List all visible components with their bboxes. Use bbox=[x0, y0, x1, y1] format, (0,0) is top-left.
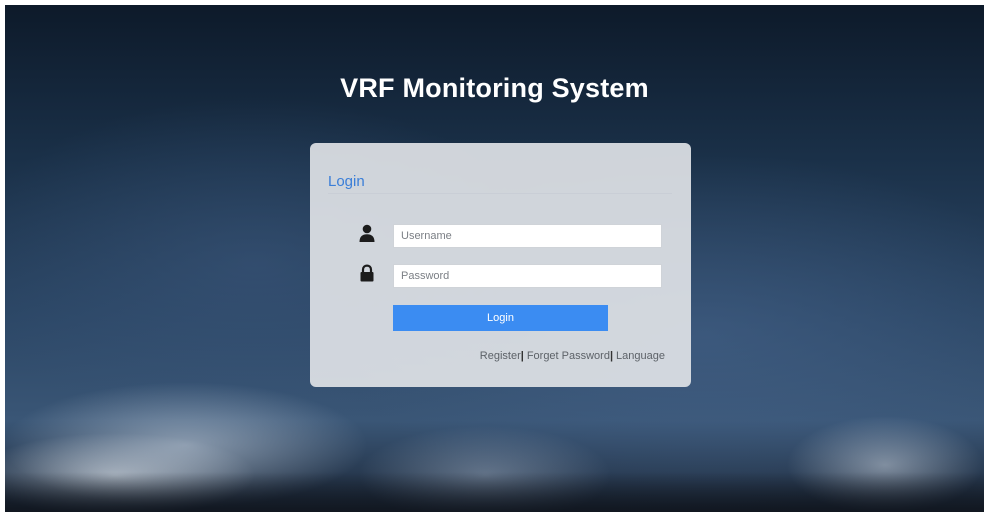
login-heading: Login bbox=[328, 173, 365, 190]
link-separator: | bbox=[609, 350, 614, 362]
password-input[interactable] bbox=[393, 264, 662, 288]
user-icon bbox=[358, 224, 376, 242]
language-link[interactable]: Language bbox=[616, 350, 665, 362]
lock-icon bbox=[359, 264, 377, 282]
account-links: Register| Forget Password| Language bbox=[480, 350, 665, 362]
link-separator: | bbox=[520, 350, 524, 362]
forget-password-link[interactable]: Forget Password bbox=[527, 350, 610, 362]
background-horizon bbox=[5, 472, 984, 512]
login-screen: VRF Monitoring System Login Login Regist… bbox=[5, 5, 984, 512]
login-button[interactable]: Login bbox=[393, 305, 608, 331]
login-panel: Login Login Register|Forget Password|Lan… bbox=[310, 143, 691, 387]
app-title: VRF Monitoring System bbox=[340, 73, 649, 103]
username-input[interactable] bbox=[393, 224, 662, 248]
heading-divider bbox=[328, 193, 672, 194]
register-link[interactable]: Register bbox=[480, 350, 521, 362]
